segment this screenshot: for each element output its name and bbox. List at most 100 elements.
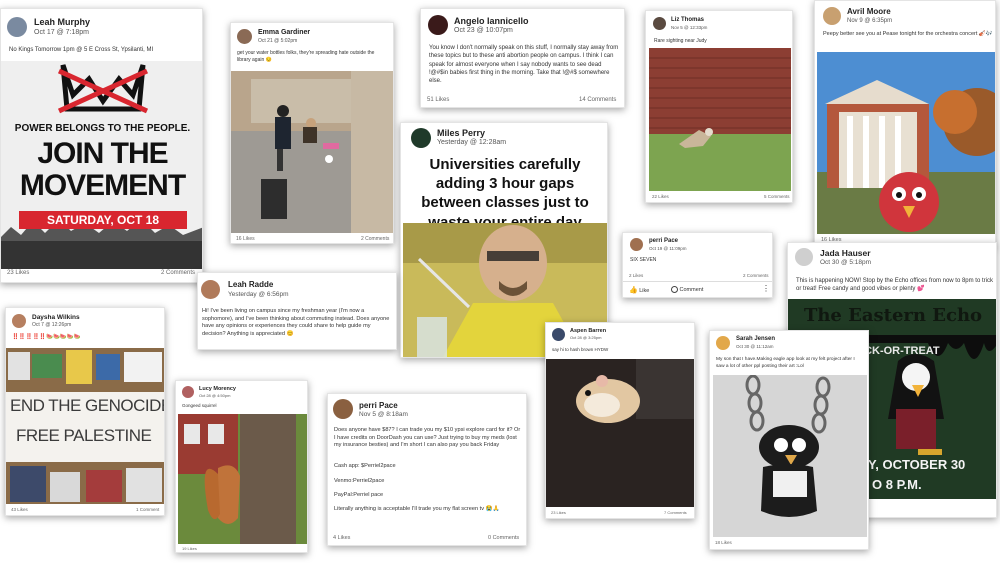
like-count[interactable]: 19 Likes: [182, 546, 197, 551]
avatar[interactable]: [823, 7, 841, 25]
avatar[interactable]: [411, 128, 431, 148]
action-bar: [623, 281, 772, 282]
author-name[interactable]: Avril Moore: [847, 7, 891, 16]
post-time: Nov 9 @ 6:35pm: [847, 18, 893, 24]
like-count[interactable]: 23 Likes: [551, 510, 566, 515]
author-name[interactable]: Lucy Morency: [199, 386, 236, 392]
post-time: Yesterday @ 6:56pm: [228, 291, 289, 298]
post-text: This is happening NOW! Stop by the Echo …: [796, 278, 993, 293]
like-count[interactable]: 23 Likes: [7, 270, 29, 276]
author-name[interactable]: Emma Gardiner: [258, 29, 310, 36]
squirrel-tree-photo: [178, 414, 307, 544]
like-button[interactable]: 👍 Like: [629, 286, 649, 294]
comment-count[interactable]: 2 Comments: [361, 236, 389, 242]
comment-count[interactable]: 5 Comments: [764, 194, 790, 199]
post-card: Lucy Morency Oct 28 @ 4:50pm Gongeed squ…: [175, 380, 308, 553]
like-count[interactable]: 43 Likes: [11, 507, 28, 512]
post-text: say hi to hash brown HYDW: [552, 347, 609, 352]
avatar[interactable]: [653, 17, 666, 30]
like-count[interactable]: 2 Likes: [629, 273, 643, 278]
post-card: Daysha Wilkins Oct 7 @ 12:26pm ‼️‼️‼️‼️‼…: [5, 307, 165, 516]
post-card: perri Pace Oct 19 @ 11:09pm SIX SEVEN 2 …: [622, 232, 773, 298]
avatar[interactable]: [428, 15, 448, 35]
avatar[interactable]: [201, 280, 220, 299]
author-name[interactable]: perri Pace: [649, 238, 678, 244]
post-time: Oct 7 @ 12:26pm: [32, 322, 72, 328]
post-time: Nov 5 @ 12:33pm: [671, 25, 708, 30]
avatar[interactable]: [237, 29, 252, 44]
post-image[interactable]: END THE GENOCIDE FREE PALESTINE: [6, 348, 165, 504]
post-time: Oct 28 @ 4:50pm: [199, 393, 231, 398]
post-text: ‼️‼️‼️‼️‼️🍉🍉🍉🍉🍉: [12, 334, 81, 340]
post-card: Liz Thomas Nov 5 @ 12:33pm Rare sighting…: [645, 10, 793, 203]
post-card: Aspen Barren Oct 28 @ 3:25pm say hi to h…: [545, 322, 695, 519]
post-card: Leah Murphy Oct 17 @ 7:18pm No Kings Tom…: [0, 8, 203, 283]
comment-count[interactable]: 7 Comments: [664, 510, 687, 515]
author-name[interactable]: Angelo Iannicello: [454, 16, 529, 26]
comment-button[interactable]: Comment: [671, 286, 703, 293]
post-image[interactable]: [546, 359, 694, 507]
hawk-on-lawn-photo: [649, 48, 791, 191]
poster-line: POWER BELONGS TO THE PEOPLE.: [14, 123, 191, 134]
author-name[interactable]: Jada Hauser: [820, 248, 871, 258]
post-image[interactable]: [231, 71, 393, 233]
poster-title: The Eastern Echo: [803, 305, 983, 326]
sign-line: FREE PALESTINE: [16, 426, 152, 445]
like-count[interactable]: 18 Likes: [715, 540, 732, 545]
avatar[interactable]: [333, 399, 353, 419]
author-name[interactable]: Leah Murphy: [34, 17, 90, 27]
post-image[interactable]: [817, 52, 995, 234]
comment-count[interactable]: 0 Comments: [488, 535, 519, 541]
author-name[interactable]: Liz Thomas: [671, 17, 704, 23]
post-card: Emma Gardiner Oct 21 @ 5:02pm get your w…: [230, 22, 394, 244]
like-count[interactable]: 16 Likes: [236, 236, 255, 242]
post-time: Oct 17 @ 7:18pm: [34, 29, 89, 36]
more-options-icon[interactable]: ⋮: [762, 284, 770, 293]
author-name[interactable]: Daysha Wilkins: [32, 314, 80, 321]
post-text: get your water bottles folks, they're sp…: [237, 50, 375, 63]
meme-caption: Universities carefully adding 3 hour gap…: [421, 156, 589, 231]
comment-count[interactable]: 1 Comment: [136, 507, 159, 512]
comment-count[interactable]: 2 Comments: [161, 270, 195, 276]
avatar[interactable]: [7, 17, 27, 37]
avatar[interactable]: [182, 386, 194, 398]
avatar[interactable]: [716, 336, 730, 350]
author-name[interactable]: Leah Radde: [228, 280, 273, 289]
post-image[interactable]: POWER BELONGS TO THE PEOPLE. JOIN THE MO…: [1, 61, 202, 269]
post-text: My son that I have.Making eagle app look…: [716, 357, 855, 369]
post-time: Oct 28 @ 3:25pm: [570, 335, 602, 340]
post-text: You know I don't normally speak on this …: [429, 45, 619, 85]
post-time: Oct 30 @ 5:18pm: [820, 259, 872, 266]
comment-count[interactable]: 14 Comments: [579, 97, 616, 103]
like-count[interactable]: 51 Likes: [427, 97, 449, 103]
author-name[interactable]: perri Pace: [359, 401, 398, 410]
payment-line: Cash app: $Perriel2pace: [334, 463, 396, 469]
like-count[interactable]: 22 Likes: [652, 194, 669, 199]
payment-line: Venmo:Perriel2pace: [334, 478, 385, 484]
sign-line: END THE GENOCIDE: [10, 396, 165, 415]
author-name[interactable]: Miles Perry: [437, 128, 485, 138]
post-text: Gongeed squirrel: [182, 403, 217, 408]
avatar[interactable]: [795, 248, 813, 266]
post-image[interactable]: [713, 375, 867, 537]
post-time: Nov 5 @ 8:18am: [359, 411, 408, 418]
like-count[interactable]: 4 Likes: [333, 535, 350, 541]
poster-line: O 8 P.M.: [872, 477, 922, 492]
poster-line: MOVEMENT: [19, 169, 186, 202]
post-text: Rare sighting near Judy: [654, 38, 707, 44]
avatar[interactable]: [630, 238, 643, 251]
avatar[interactable]: [552, 328, 565, 341]
post-image[interactable]: [649, 48, 791, 191]
post-text: Does anyone have $87? I can trade you my…: [334, 427, 521, 449]
payment-line: PayPal:Perriel pace: [334, 492, 384, 498]
thumbs-up-icon: 👍: [629, 286, 638, 294]
author-name[interactable]: Sarah Jensen: [736, 336, 775, 342]
pease-auditorium-photo: [817, 52, 995, 234]
post-time: Oct 23 @ 10:07pm: [454, 27, 513, 34]
post-image[interactable]: [178, 414, 307, 544]
avatar[interactable]: [12, 314, 26, 328]
comment-count[interactable]: 2 Comments: [743, 273, 769, 278]
post-text: SIX SEVEN: [630, 257, 657, 263]
author-name[interactable]: Aspen Barren: [570, 328, 606, 334]
poster-line: Y, OCTOBER 30: [868, 457, 966, 472]
